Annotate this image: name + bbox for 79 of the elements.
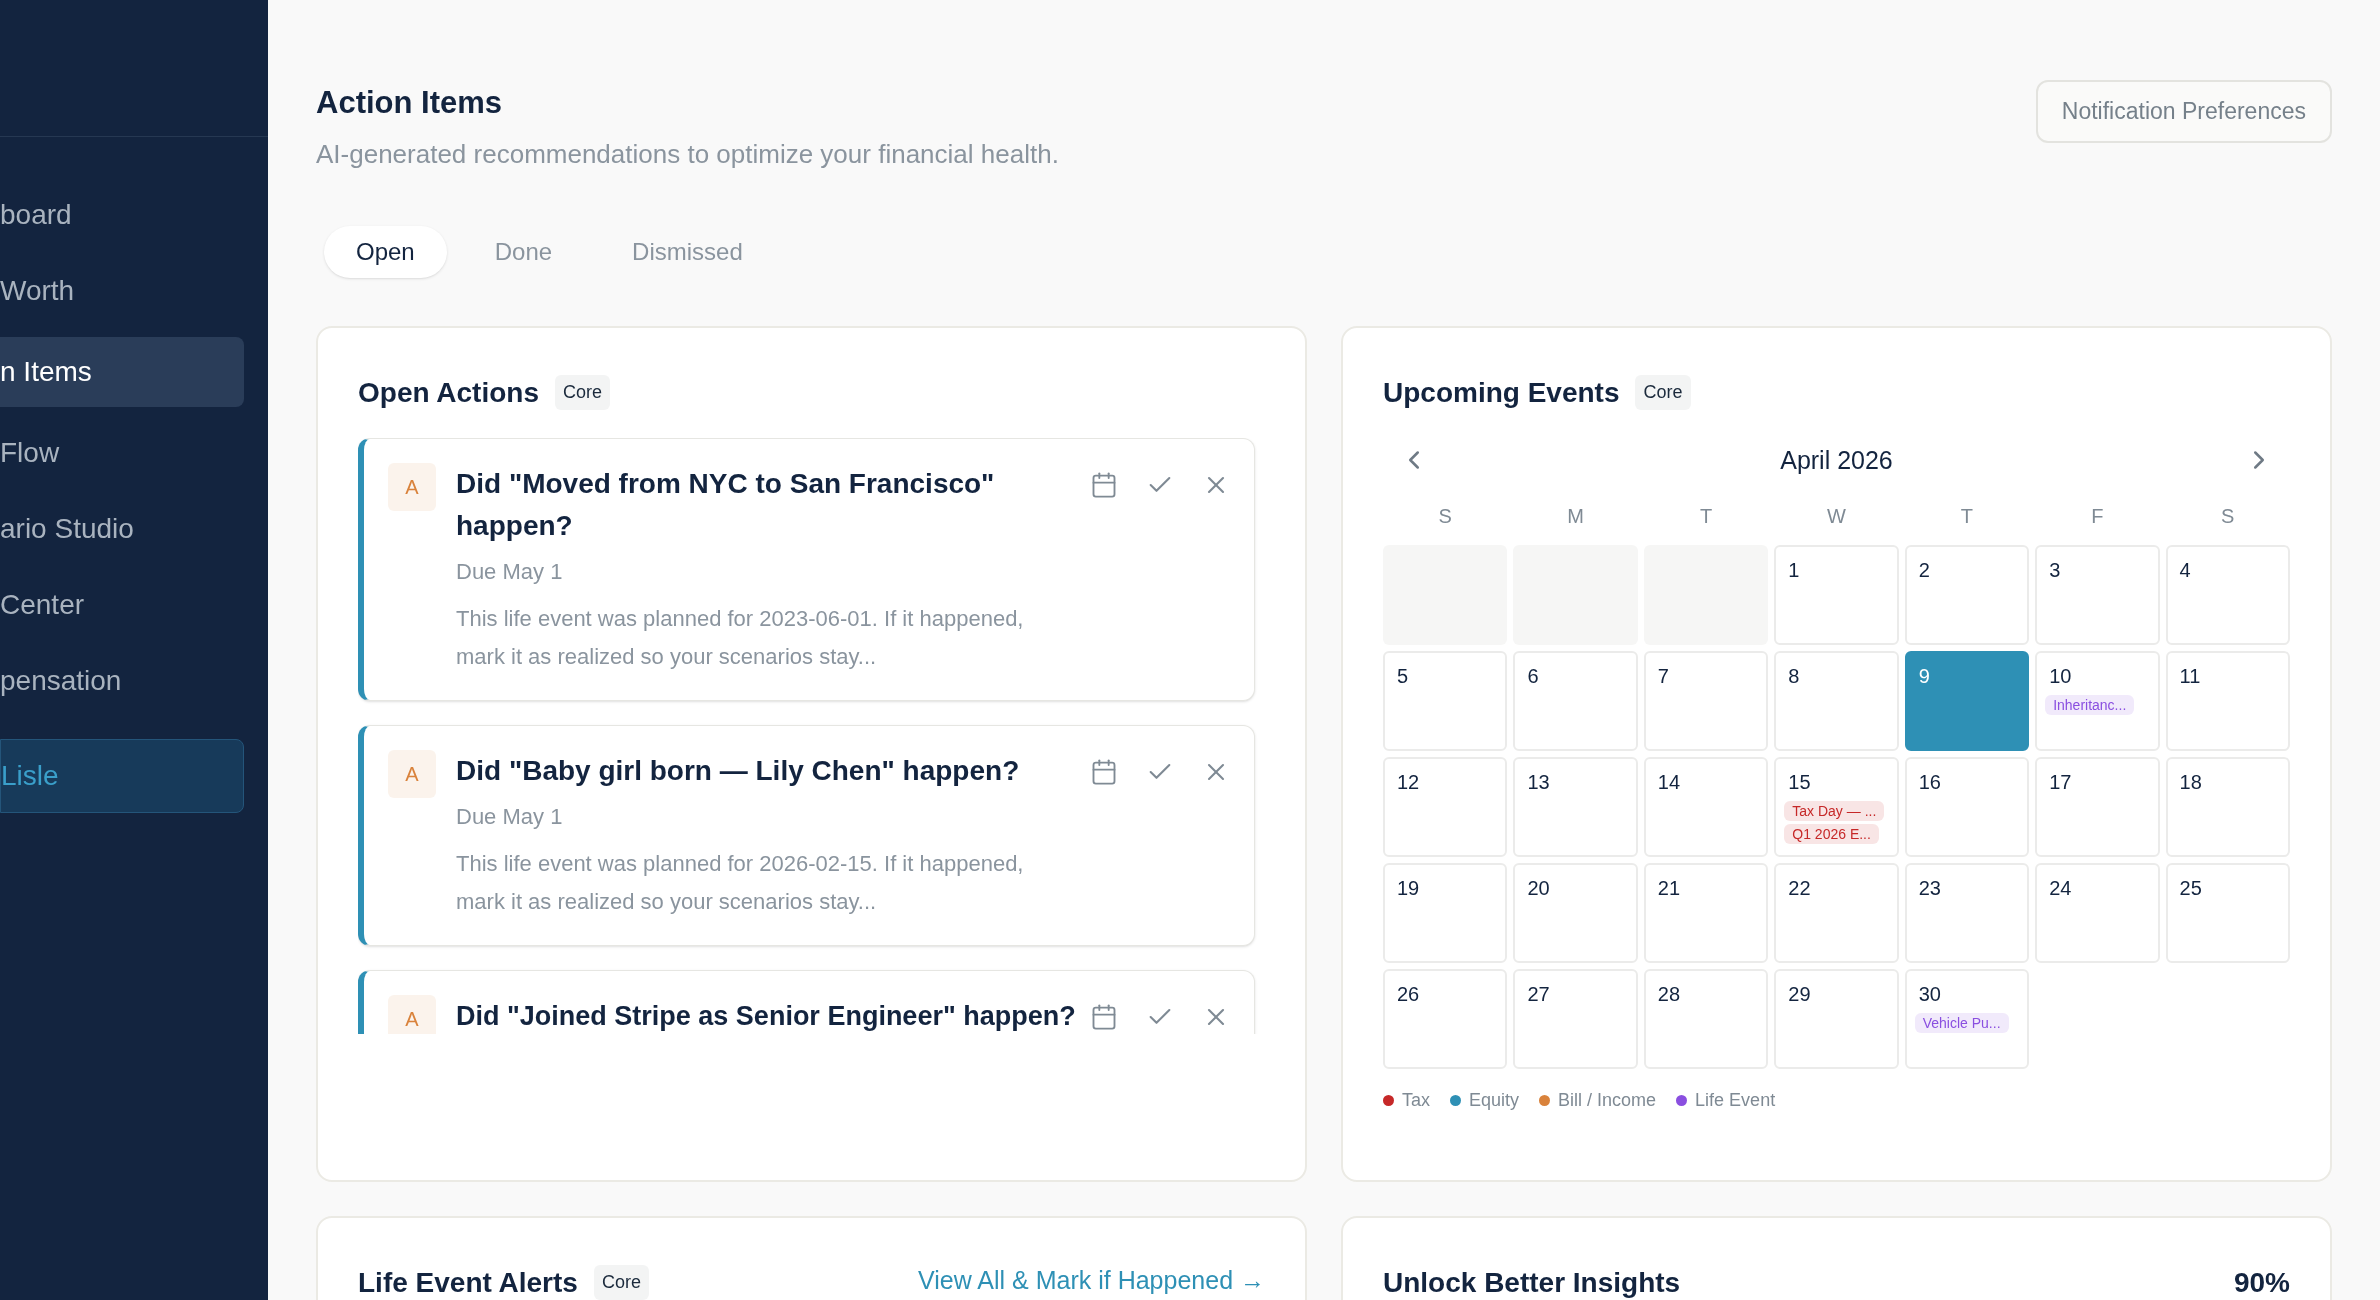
calendar-day[interactable]: 24 (2035, 863, 2160, 963)
calendar-day[interactable]: 3 (2035, 545, 2160, 645)
core-badge: Core (555, 375, 610, 410)
calendar-day[interactable]: 8 (1774, 651, 1899, 751)
calendar-day[interactable]: 28 (1643, 969, 1769, 1069)
sidebar-item[interactable]: pensation (0, 651, 244, 711)
calendar-day[interactable]: 1 (1774, 545, 1899, 645)
legend-label: Life Event (1695, 1089, 1776, 1112)
sidebar-item[interactable]: n Items (0, 337, 244, 407)
calendar-day[interactable]: 27 (1513, 969, 1638, 1069)
calendar-day[interactable]: 15 Tax Day — ... Q1 2026 E... (1774, 757, 1899, 857)
calendar-day[interactable]: 4 (2165, 545, 2290, 645)
card-title: Unlock Better Insights (1383, 1265, 1681, 1300)
event-chip[interactable]: Tax Day — ... (1784, 801, 1885, 821)
calendar-day[interactable]: 29 (1774, 969, 1899, 1069)
calendar-day[interactable]: 23 (1904, 863, 2030, 963)
weekday-label: T (1698, 504, 1714, 529)
sidebar-item[interactable]: ario Studio (0, 499, 244, 559)
action-title: Did "Moved from NYC to San Francisco" happen? (456, 466, 996, 543)
weekday-label: F (2090, 504, 2105, 529)
calendar-day[interactable]: 16 (1904, 757, 2030, 857)
card-title: Open Actions (358, 375, 539, 410)
weekday-label: W (1826, 504, 1847, 529)
core-badge: Core (593, 1265, 649, 1300)
action-description: This life event was planned for 2023-06-01. If it happened, mark it as realized so your scenarios stay... (456, 604, 1025, 671)
event-chip[interactable]: Q1 2026 E... (1784, 824, 1879, 844)
calendar-day[interactable]: 19 (1383, 863, 1508, 963)
calendar-icon[interactable] (1090, 757, 1118, 786)
page-title: Action Items (316, 84, 504, 122)
month-label: April 2026 (1780, 444, 1893, 476)
calendar-day[interactable]: 21 (1643, 863, 1769, 963)
core-badge: Core (1635, 375, 1691, 410)
event-chip[interactable]: Vehicle Pu... (1914, 1013, 2009, 1033)
calendar-day[interactable]: 30 Vehicle Pu... (1904, 969, 2030, 1069)
account-item[interactable]: Lisle (0, 739, 244, 813)
calendar-day[interactable]: 17 (2035, 757, 2160, 857)
weekday-label: T (1959, 504, 1975, 529)
card-title: Upcoming Events (1383, 375, 1620, 410)
calendar-icon[interactable] (1090, 1002, 1118, 1031)
avatar-badge: A (388, 749, 436, 798)
calendar-day[interactable]: 10 Inheritanc... (2035, 651, 2160, 751)
calendar-day[interactable]: 18 (2165, 757, 2290, 857)
calendar-day[interactable]: 20 (1513, 863, 1638, 963)
calendar-day[interactable]: 11 (2165, 651, 2290, 751)
calendar-day[interactable]: 2 (1904, 545, 2030, 645)
due-date: Due May 1 (456, 802, 564, 831)
calendar-day[interactable]: 12 (1383, 757, 1508, 857)
avatar-badge: A (388, 462, 436, 511)
calendar-day[interactable]: 14 (1643, 757, 1769, 857)
calendar-day[interactable]: 25 (2165, 863, 2290, 963)
calendar-day[interactable]: 22 (1774, 863, 1899, 963)
view-all-link[interactable]: View All & Mark if Happened → (918, 1261, 1265, 1299)
notification-preferences-button[interactable]: Notification Preferences (2035, 80, 2332, 143)
legend-label: Tax (1402, 1089, 1430, 1112)
weekday-label: S (1437, 504, 1453, 529)
calendar-day[interactable]: 7 (1643, 651, 1769, 751)
sidebar-item[interactable]: board (0, 185, 244, 245)
due-date: Due May 1 (456, 557, 564, 586)
legend-label: Equity (1469, 1089, 1520, 1112)
sidebar-item[interactable]: Center (0, 575, 244, 635)
legend-label: Bill / Income (1558, 1089, 1657, 1112)
calendar-day[interactable]: 26 (1383, 969, 1508, 1069)
tab[interactable]: Open (324, 225, 447, 278)
calendar-day[interactable]: 6 (1513, 651, 1638, 751)
sidebar-item[interactable]: Flow (0, 423, 244, 483)
avatar-badge: A (388, 994, 436, 1034)
calendar-day[interactable]: 5 (1383, 651, 1508, 751)
progress-percent: 90% (2233, 1265, 2290, 1300)
action-description: This life event was planned for 2026-02-15. If it happened, mark it as realized so your scenarios stay... (456, 849, 1025, 916)
calendar-icon[interactable] (1090, 470, 1118, 499)
card-title: Life Event Alerts (358, 1265, 578, 1300)
calendar-day[interactable]: 9 (1904, 651, 2030, 751)
event-chip[interactable]: Inheritanc... (2045, 695, 2135, 715)
weekday-label: M (1566, 504, 1585, 529)
page-subtitle: AI-generated recommendations to optimize your financial health. (316, 137, 1059, 171)
sidebar-item[interactable]: Worth (0, 261, 244, 321)
calendar-day[interactable]: 13 (1513, 757, 1638, 857)
weekday-label: S (2220, 504, 2236, 529)
action-title: Did "Baby girl born — Lily Chen" happen? (456, 753, 1021, 788)
